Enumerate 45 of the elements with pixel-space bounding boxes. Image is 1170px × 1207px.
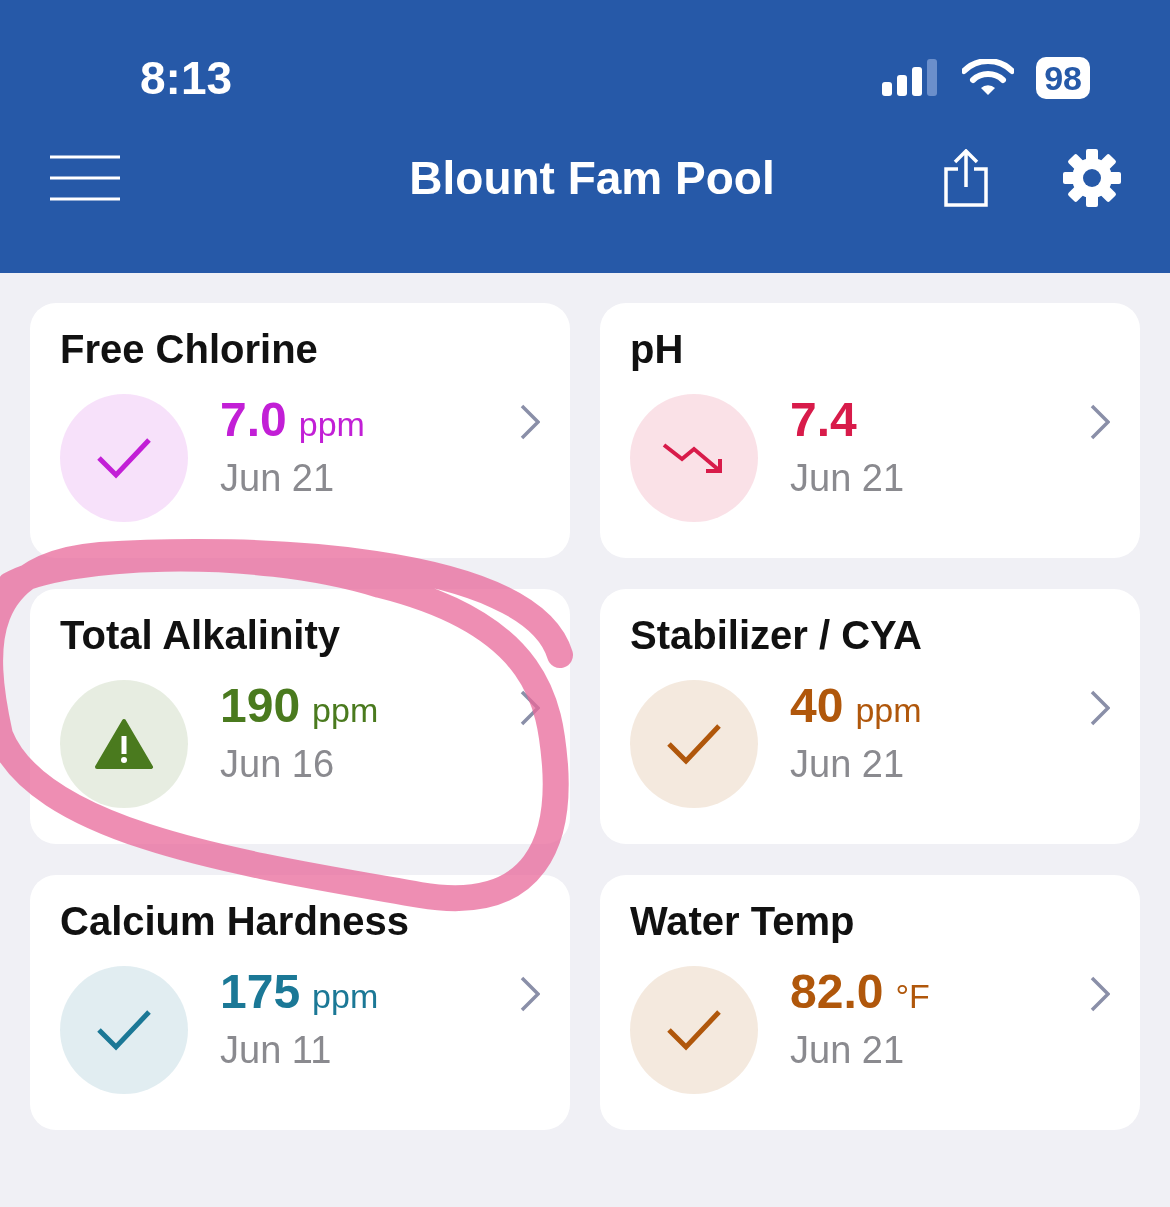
check-icon [96,436,152,480]
metric-unit: ppm [298,405,365,444]
metric-card[interactable]: Calcium Hardness 175 ppm Jun 11 [30,875,570,1130]
menu-icon[interactable] [48,155,122,201]
metric-title: pH [630,327,685,372]
metric-card[interactable]: Free Chlorine 7.0 ppm Jun 21 [30,303,570,558]
metric-unit: ppm [312,977,379,1016]
metric-value: 40 [790,678,844,733]
warning-icon [94,718,154,770]
app-title: Blount Fam Pool [408,151,776,205]
metric-unit: ppm [855,691,922,730]
metric-date: Jun 11 [220,1029,333,1072]
check-icon [666,1008,722,1052]
metric-date: Jun 21 [790,457,906,500]
metric-title: Free Chlorine [60,327,319,372]
metric-card[interactable]: Stabilizer / CYA 40 ppm Jun 21 [600,589,1140,844]
metric-title: Calcium Hardness [60,899,411,944]
metric-title: Stabilizer / CYA [630,613,923,658]
share-icon[interactable] [942,149,990,207]
metric-value: 82.0 [790,964,884,1019]
status-time: 8:13 [140,51,233,105]
metric-date: Jun 21 [220,457,336,500]
metric-date: Jun 21 [790,1029,906,1072]
check-icon [666,722,722,766]
metric-title: Total Alkalinity [60,613,342,658]
metric-unit: ppm [312,691,379,730]
metric-value: 175 [220,964,301,1019]
metric-value: 7.0 [220,392,287,447]
metric-value: 190 [220,678,301,733]
metric-date: Jun 21 [790,743,906,786]
chevron-icon [520,404,540,440]
settings-icon[interactable] [1062,148,1122,208]
wifi-icon [962,59,1015,97]
chevron-icon [1090,976,1110,1012]
check-icon [96,1008,152,1052]
metric-unit: °F [895,977,930,1016]
metric-card[interactable]: pH 7.4 Jun 21 [600,303,1140,558]
chevron-icon [520,976,540,1012]
battery-indicator: 98 [1036,57,1090,99]
chevron-icon [1090,404,1110,440]
metric-card[interactable]: Water Temp 82.0 °F Jun 21 [600,875,1140,1130]
chevron-icon [1090,690,1110,726]
metric-title: Water Temp [630,899,856,944]
metric-date: Jun 16 [220,743,336,786]
metric-value: 7.4 [790,392,857,447]
